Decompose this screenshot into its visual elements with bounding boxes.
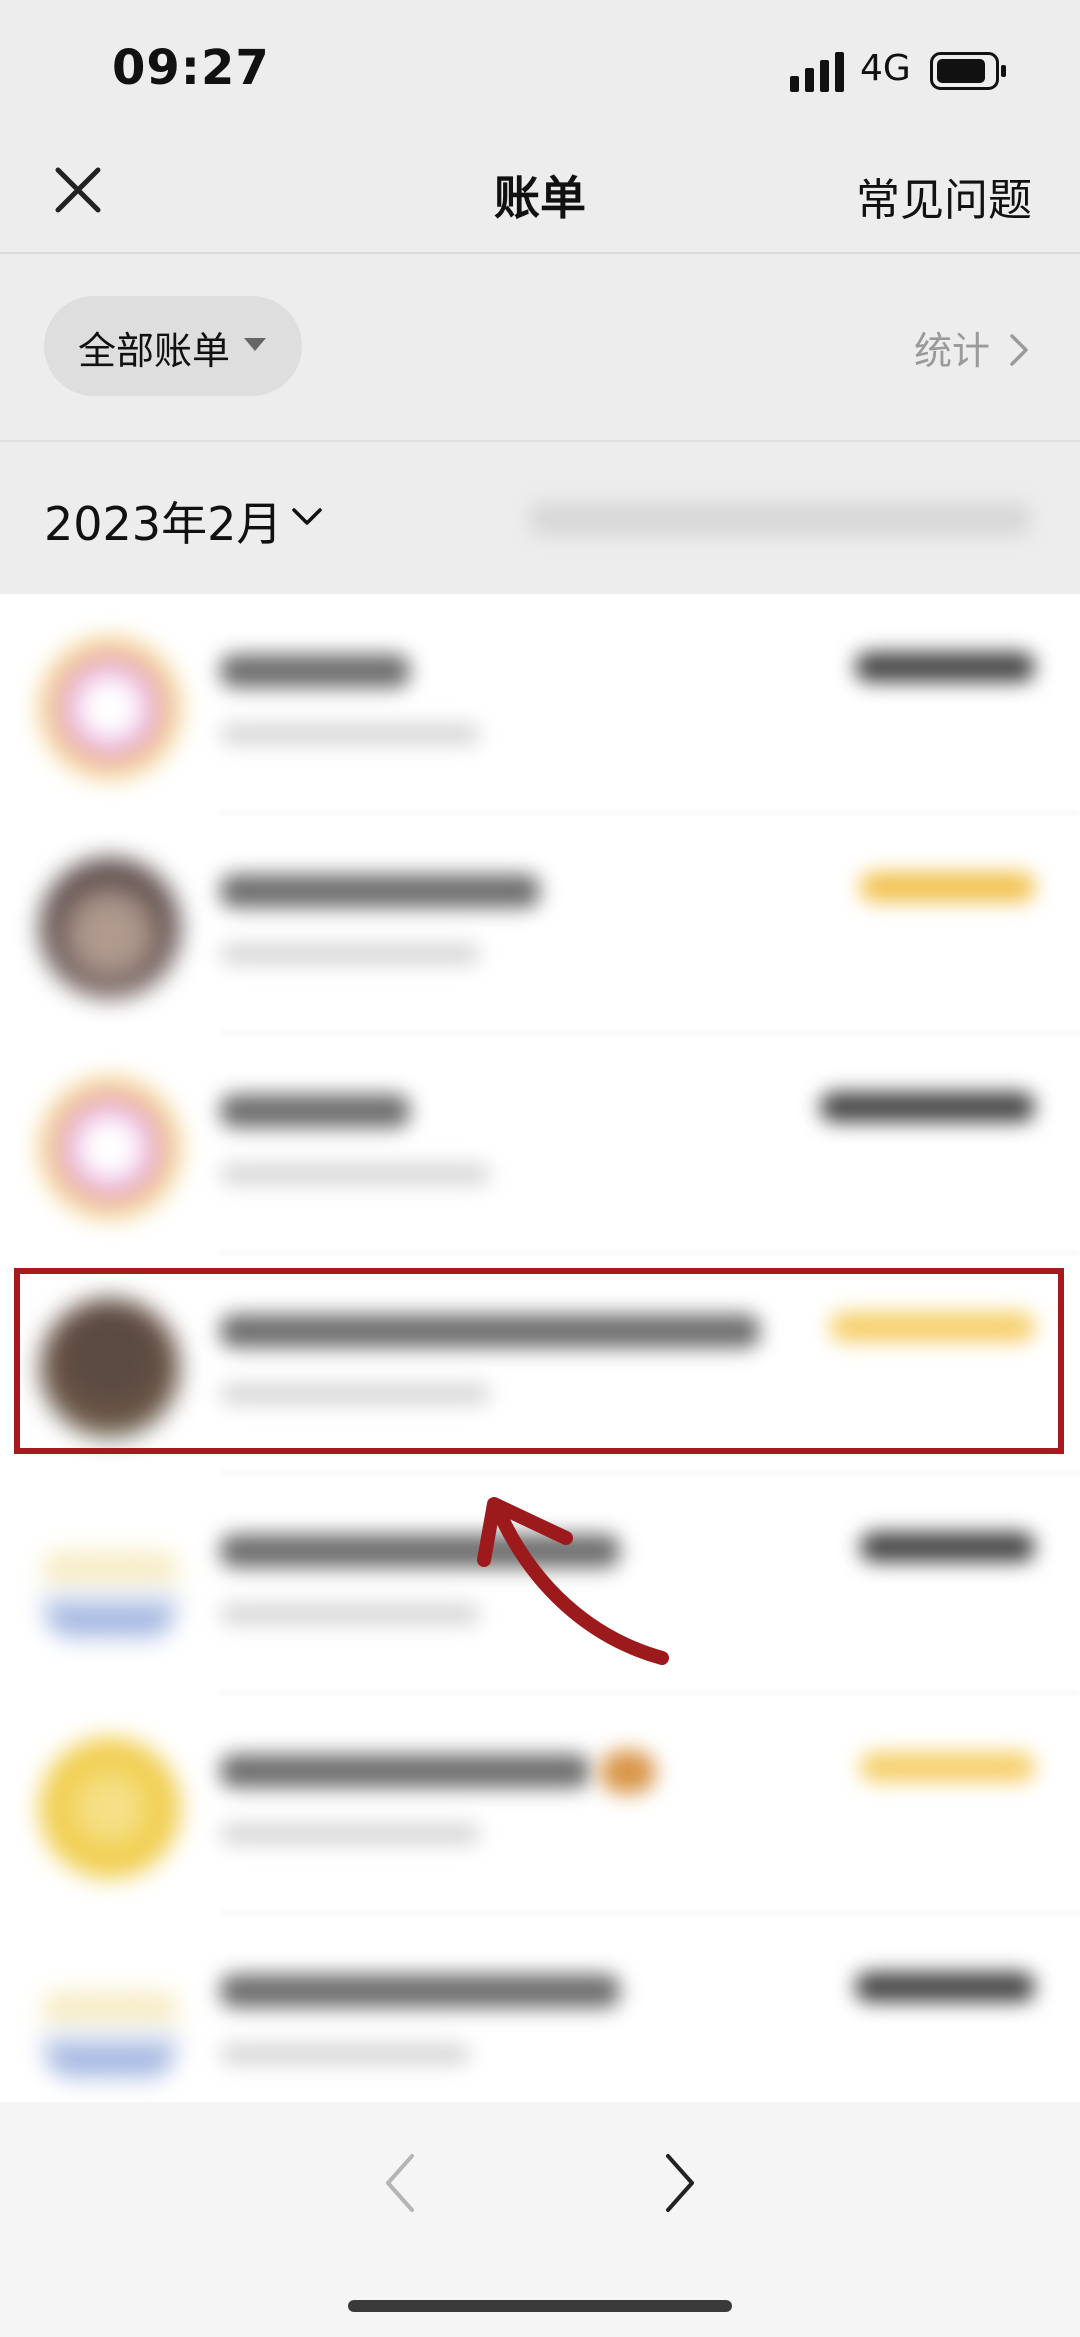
list-item[interactable] (0, 1694, 1080, 1914)
annotation-arrow-icon (477, 1497, 669, 1665)
network-type: 4G (860, 48, 911, 89)
amount-redacted (855, 1972, 1035, 2002)
subtitle-redacted (220, 724, 480, 744)
avatar (40, 1738, 180, 1878)
subtitle-redacted (220, 2044, 470, 2064)
avatar (40, 1078, 180, 1218)
bottom-bar (0, 2102, 1080, 2337)
home-indicator[interactable] (348, 2300, 732, 2312)
amount-redacted (855, 652, 1035, 682)
amount-redacted (820, 1092, 1035, 1122)
signal-icon (790, 52, 844, 92)
title-redacted (220, 654, 410, 688)
list-item[interactable] (0, 594, 1080, 814)
battery-icon (930, 52, 1006, 90)
bill-page: 09:27 4G 账单 常见问题 全部账单 统计 2023年2月 (0, 0, 1080, 2337)
avatar (40, 1958, 180, 2098)
highlight-box (14, 1268, 1064, 1454)
nav-bar: 账单 常见问题 (0, 140, 1080, 254)
avatar (40, 858, 180, 998)
subtitle-redacted (220, 1824, 480, 1844)
amount-redacted (860, 1532, 1035, 1562)
stats-button[interactable]: 统计 (914, 320, 990, 375)
title-emoji-redacted (600, 1750, 656, 1794)
chevron-down-icon[interactable] (290, 500, 324, 534)
list-item[interactable] (0, 1914, 1080, 2102)
title-redacted (220, 1094, 410, 1128)
list-item[interactable] (0, 1034, 1080, 1254)
chevron-left-icon[interactable] (380, 2148, 420, 2218)
list-item[interactable] (0, 814, 1080, 1034)
title-redacted (220, 1754, 590, 1788)
amount-redacted (860, 1752, 1035, 1782)
bill-filter-dropdown[interactable]: 全部账单 (44, 296, 302, 396)
filter-row: 全部账单 统计 (0, 254, 1080, 442)
faq-button[interactable]: 常见问题 (856, 164, 1032, 228)
subtitle-redacted (220, 1164, 490, 1184)
status-time: 09:27 (112, 40, 270, 96)
amount-redacted (860, 872, 1035, 902)
caret-down-icon (244, 338, 266, 351)
month-row: 2023年2月 (0, 442, 1080, 594)
chevron-right-icon[interactable] (660, 2148, 700, 2218)
month-selector[interactable]: 2023年2月 (44, 488, 282, 554)
avatar (40, 1518, 180, 1658)
subtitle-redacted (220, 1604, 480, 1624)
chevron-right-icon (1010, 334, 1028, 366)
filter-label: 全部账单 (78, 329, 231, 373)
status-bar: 09:27 4G (0, 0, 1080, 140)
title-redacted (220, 1974, 620, 2008)
title-redacted (220, 874, 540, 908)
month-summary-redacted (530, 502, 1030, 536)
avatar (40, 638, 180, 778)
subtitle-redacted (220, 944, 480, 964)
stats-label: 统计 (913, 329, 990, 373)
